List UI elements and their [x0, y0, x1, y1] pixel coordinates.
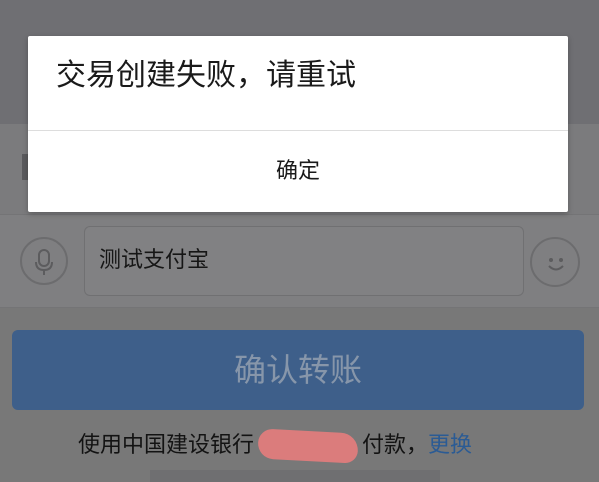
dialog-message: 交易创建失败，请重试 [56, 58, 356, 93]
redacted-mark [257, 428, 359, 464]
note-input[interactable]: 测试支付宝 [84, 226, 524, 296]
emoji-icon [548, 258, 564, 271]
payment-suffix: 付款， [362, 433, 429, 458]
confirm-transfer-button[interactable]: 确认转账 [12, 330, 584, 410]
cropped-text-fragment [150, 470, 440, 482]
dialog-ok-button[interactable]: 确定 [28, 131, 568, 212]
change-payment-link[interactable]: 更换 [428, 433, 472, 458]
payment-prefix: 使用中国建设银行 [78, 433, 255, 458]
microphone-icon [35, 249, 53, 275]
payment-method-line: 使用中国建设银行 付款，更换 [78, 428, 472, 464]
note-input-value: 测试支付宝 [99, 248, 210, 273]
error-dialog: 交易创建失败，请重试 确定 [28, 36, 568, 212]
voice-input-button[interactable] [20, 237, 68, 285]
emoji-button[interactable] [530, 237, 580, 287]
